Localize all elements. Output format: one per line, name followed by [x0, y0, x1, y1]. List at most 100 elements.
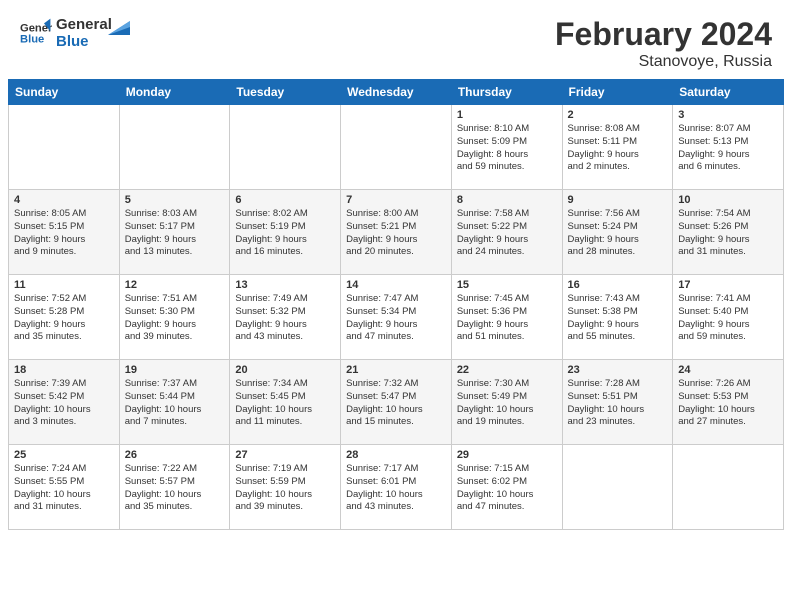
- cell-content: Sunrise: 8:07 AM Sunset: 5:13 PM Dayligh…: [678, 123, 778, 174]
- calendar-cell: 3 Sunrise: 8:07 AM Sunset: 5:13 PM Daylig…: [673, 105, 784, 190]
- day-number: 29: [457, 449, 557, 461]
- day-number: 22: [457, 364, 557, 376]
- calendar-cell: [673, 445, 784, 530]
- day-number: 24: [678, 364, 778, 376]
- day-number: 6: [235, 194, 335, 206]
- calendar-header: SundayMondayTuesdayWednesdayThursdayFrid…: [9, 80, 784, 105]
- header-cell-tuesday: Tuesday: [230, 80, 341, 105]
- logo-bird-icon: [108, 17, 130, 35]
- cell-content: Sunrise: 7:22 AM Sunset: 5:57 PM Dayligh…: [125, 463, 225, 514]
- calendar-cell: 26 Sunrise: 7:22 AM Sunset: 5:57 PM Dayli…: [119, 445, 230, 530]
- calendar-row: 11 Sunrise: 7:52 AM Sunset: 5:28 PM Dayli…: [9, 275, 784, 360]
- day-number: 14: [346, 279, 446, 291]
- day-number: 20: [235, 364, 335, 376]
- header-cell-sunday: Sunday: [9, 80, 120, 105]
- day-number: 19: [125, 364, 225, 376]
- header-cell-thursday: Thursday: [451, 80, 562, 105]
- cell-content: Sunrise: 7:43 AM Sunset: 5:38 PM Dayligh…: [568, 293, 668, 344]
- cell-content: Sunrise: 7:51 AM Sunset: 5:30 PM Dayligh…: [125, 293, 225, 344]
- day-number: 27: [235, 449, 335, 461]
- cell-content: Sunrise: 7:41 AM Sunset: 5:40 PM Dayligh…: [678, 293, 778, 344]
- cell-content: Sunrise: 7:49 AM Sunset: 5:32 PM Dayligh…: [235, 293, 335, 344]
- cell-content: Sunrise: 7:17 AM Sunset: 6:01 PM Dayligh…: [346, 463, 446, 514]
- calendar-wrapper: SundayMondayTuesdayWednesdayThursdayFrid…: [0, 79, 792, 538]
- cell-content: Sunrise: 8:08 AM Sunset: 5:11 PM Dayligh…: [568, 123, 668, 174]
- cell-content: Sunrise: 7:37 AM Sunset: 5:44 PM Dayligh…: [125, 378, 225, 429]
- day-number: 2: [568, 109, 668, 121]
- calendar-cell: 5 Sunrise: 8:03 AM Sunset: 5:17 PM Daylig…: [119, 190, 230, 275]
- calendar-cell: 14Sunrise: 7:47 AM Sunset: 5:34 PM Dayli…: [341, 275, 452, 360]
- calendar-cell: [341, 105, 452, 190]
- calendar-cell: 15Sunrise: 7:45 AM Sunset: 5:36 PM Dayli…: [451, 275, 562, 360]
- calendar-row: 1 Sunrise: 8:10 AM Sunset: 5:09 PM Daylig…: [9, 105, 784, 190]
- cell-content: Sunrise: 7:24 AM Sunset: 5:55 PM Dayligh…: [14, 463, 114, 514]
- calendar-cell: [9, 105, 120, 190]
- calendar-row: 25Sunrise: 7:24 AM Sunset: 5:55 PM Dayli…: [9, 445, 784, 530]
- calendar-cell: [230, 105, 341, 190]
- cell-content: Sunrise: 8:03 AM Sunset: 5:17 PM Dayligh…: [125, 208, 225, 259]
- cell-content: Sunrise: 7:56 AM Sunset: 5:24 PM Dayligh…: [568, 208, 668, 259]
- day-number: 1: [457, 109, 557, 121]
- header-cell-monday: Monday: [119, 80, 230, 105]
- header-cell-friday: Friday: [562, 80, 673, 105]
- calendar-cell: 6 Sunrise: 8:02 AM Sunset: 5:19 PM Daylig…: [230, 190, 341, 275]
- day-number: 26: [125, 449, 225, 461]
- calendar-cell: 2 Sunrise: 8:08 AM Sunset: 5:11 PM Daylig…: [562, 105, 673, 190]
- header-row: SundayMondayTuesdayWednesdayThursdayFrid…: [9, 80, 784, 105]
- calendar-row: 4Sunrise: 8:05 AM Sunset: 5:15 PM Daylig…: [9, 190, 784, 275]
- day-number: 5: [125, 194, 225, 206]
- day-number: 10: [678, 194, 778, 206]
- calendar-cell: 27Sunrise: 7:19 AM Sunset: 5:59 PM Dayli…: [230, 445, 341, 530]
- day-number: 28: [346, 449, 446, 461]
- calendar-cell: [119, 105, 230, 190]
- calendar-cell: 7Sunrise: 8:00 AM Sunset: 5:21 PM Daylig…: [341, 190, 452, 275]
- day-number: 23: [568, 364, 668, 376]
- calendar-cell: 11 Sunrise: 7:52 AM Sunset: 5:28 PM Dayli…: [9, 275, 120, 360]
- header-cell-wednesday: Wednesday: [341, 80, 452, 105]
- header-cell-saturday: Saturday: [673, 80, 784, 105]
- day-number: 17: [678, 279, 778, 291]
- svg-text:Blue: Blue: [20, 34, 44, 46]
- cell-content: Sunrise: 8:02 AM Sunset: 5:19 PM Dayligh…: [235, 208, 335, 259]
- calendar-cell: 12Sunrise: 7:51 AM Sunset: 5:30 PM Dayli…: [119, 275, 230, 360]
- page-header: General Blue General Blue February 2024 …: [0, 0, 792, 79]
- cell-content: Sunrise: 7:39 AM Sunset: 5:42 PM Dayligh…: [14, 378, 114, 429]
- cell-content: Sunrise: 7:28 AM Sunset: 5:51 PM Dayligh…: [568, 378, 668, 429]
- calendar-cell: 9 Sunrise: 7:56 AM Sunset: 5:24 PM Daylig…: [562, 190, 673, 275]
- calendar-cell: 23 Sunrise: 7:28 AM Sunset: 5:51 PM Dayli…: [562, 360, 673, 445]
- day-number: 13: [235, 279, 335, 291]
- calendar-cell: 1 Sunrise: 8:10 AM Sunset: 5:09 PM Daylig…: [451, 105, 562, 190]
- calendar-cell: 10Sunrise: 7:54 AM Sunset: 5:26 PM Dayli…: [673, 190, 784, 275]
- calendar-cell: 22Sunrise: 7:30 AM Sunset: 5:49 PM Dayli…: [451, 360, 562, 445]
- logo-icon: General Blue: [20, 17, 52, 49]
- day-number: 8: [457, 194, 557, 206]
- calendar-cell: 29Sunrise: 7:15 AM Sunset: 6:02 PM Dayli…: [451, 445, 562, 530]
- day-number: 15: [457, 279, 557, 291]
- location-subtitle: Stanovoye, Russia: [555, 53, 772, 71]
- day-number: 9: [568, 194, 668, 206]
- calendar-cell: 20 Sunrise: 7:34 AM Sunset: 5:45 PM Dayli…: [230, 360, 341, 445]
- month-year-title: February 2024: [555, 16, 772, 53]
- day-number: 21: [346, 364, 446, 376]
- calendar-table: SundayMondayTuesdayWednesdayThursdayFrid…: [8, 79, 784, 530]
- calendar-cell: 8 Sunrise: 7:58 AM Sunset: 5:22 PM Daylig…: [451, 190, 562, 275]
- cell-content: Sunrise: 7:34 AM Sunset: 5:45 PM Dayligh…: [235, 378, 335, 429]
- logo-blue: Blue: [56, 33, 112, 50]
- calendar-cell: 18Sunrise: 7:39 AM Sunset: 5:42 PM Dayli…: [9, 360, 120, 445]
- cell-content: Sunrise: 7:26 AM Sunset: 5:53 PM Dayligh…: [678, 378, 778, 429]
- title-block: February 2024 Stanovoye, Russia: [555, 16, 772, 71]
- cell-content: Sunrise: 7:32 AM Sunset: 5:47 PM Dayligh…: [346, 378, 446, 429]
- calendar-cell: 24 Sunrise: 7:26 AM Sunset: 5:53 PM Dayli…: [673, 360, 784, 445]
- day-number: 3: [678, 109, 778, 121]
- day-number: 11: [14, 279, 114, 291]
- cell-content: Sunrise: 8:10 AM Sunset: 5:09 PM Dayligh…: [457, 123, 557, 174]
- calendar-cell: 28 Sunrise: 7:17 AM Sunset: 6:01 PM Dayli…: [341, 445, 452, 530]
- cell-content: Sunrise: 8:00 AM Sunset: 5:21 PM Dayligh…: [346, 208, 446, 259]
- calendar-cell: 4Sunrise: 8:05 AM Sunset: 5:15 PM Daylig…: [9, 190, 120, 275]
- calendar-cell: 19 Sunrise: 7:37 AM Sunset: 5:44 PM Dayli…: [119, 360, 230, 445]
- cell-content: Sunrise: 8:05 AM Sunset: 5:15 PM Dayligh…: [14, 208, 114, 259]
- cell-content: Sunrise: 7:58 AM Sunset: 5:22 PM Dayligh…: [457, 208, 557, 259]
- cell-content: Sunrise: 7:52 AM Sunset: 5:28 PM Dayligh…: [14, 293, 114, 344]
- logo-general: General: [56, 16, 112, 33]
- calendar-cell: 17 Sunrise: 7:41 AM Sunset: 5:40 PM Dayli…: [673, 275, 784, 360]
